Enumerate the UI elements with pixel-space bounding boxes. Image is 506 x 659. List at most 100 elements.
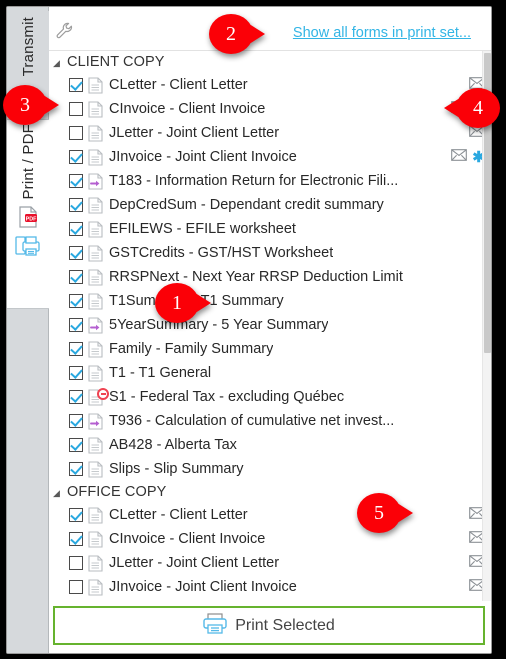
list-scrollbar[interactable] [482,51,491,601]
row-actions: ✱ [451,145,485,169]
document-icon [88,578,103,596]
document-icon [88,196,103,214]
wrench-icon[interactable] [55,21,75,46]
checkbox[interactable] [69,126,83,140]
form-list-item[interactable]: S1 - Federal Tax - excluding Québec [49,385,491,409]
envelope-glyph [451,149,468,161]
document-arrow-icon [88,412,103,430]
callout-marker-4: 4 [444,88,500,128]
checkbox[interactable] [69,294,83,308]
callout-marker-3: 3 [3,85,59,125]
form-list-item[interactable]: Slips - Slip Summary [49,457,491,481]
form-list-item[interactable]: Family - Family Summary [49,337,491,361]
document-icon [88,506,103,524]
form-label: CInvoice - Client Invoice [109,101,266,117]
form-list: ◢ CLIENT COPY CLetter - Client Letter CInvo… [49,51,491,599]
callout-number: 1 [172,291,182,314]
callout-marker-1: 1 [155,283,211,323]
chevron-down-icon[interactable]: ◢ [53,488,67,498]
form-label: T1 - T1 General [109,365,212,381]
checkbox[interactable] [69,390,83,404]
form-list-item[interactable]: AB428 - Alberta Tax [49,433,491,457]
checkbox[interactable] [69,102,83,116]
form-list-item[interactable]: CInvoice - Client Invoice [49,527,491,551]
document-icon [88,244,103,262]
tab-print-pdf-icons: PDF [15,205,41,262]
document-icon [88,220,103,238]
group-header-client-copy[interactable]: ◢ CLIENT COPY [49,51,491,73]
group-header-office-copy[interactable]: ◢ OFFICE COPY [49,481,491,503]
checkbox[interactable] [69,556,83,570]
form-list-item[interactable]: DepCredSum - Dependant credit summary [49,193,491,217]
print-selected-label: Print Selected [235,616,335,634]
form-list-item[interactable]: GSTCredits - GST/HST Worksheet [49,241,491,265]
form-label: CLetter - Client Letter [109,77,248,93]
group-label: CLIENT COPY [67,54,165,70]
form-list-item[interactable]: 5YearSummary - 5 Year Summary [49,313,491,337]
checkbox[interactable] [69,580,83,594]
print-set-content: Show all forms in print set... ◢ CLIENT C… [49,7,491,653]
checkbox[interactable] [69,508,83,522]
document-icon [88,460,103,478]
svg-text:PDF: PDF [26,216,37,222]
checkbox[interactable] [69,366,83,380]
form-list-item[interactable]: RRSPNext - Next Year RRSP Deduction Limi… [49,265,491,289]
form-list-item[interactable]: CLetter - Client Letter [49,503,491,527]
screenshot-root: Transmit Print / PDF PDF Show all forms … [0,0,506,659]
document-arrow-icon [88,316,103,334]
blocked-badge-icon [97,387,109,400]
tab-print-pdf[interactable]: Print / PDF PDF [7,119,49,309]
form-label: JLetter - Joint Client Letter [109,125,280,141]
form-list-item[interactable]: T1 - T1 General [49,361,491,385]
form-label: DepCredSum - Dependant credit summary [109,197,384,213]
form-list-item[interactable]: JInvoice - Joint Client Invoice [49,575,491,599]
checkbox[interactable] [69,150,83,164]
callout-number: 2 [226,22,236,45]
checkbox[interactable] [69,246,83,260]
form-label: CLetter - Client Letter [109,507,248,523]
document-icon [88,124,103,142]
print-selected-button[interactable]: Print Selected [53,606,485,645]
print-footer: Print Selected [49,601,491,653]
document-icon [88,76,103,94]
form-list-item[interactable]: T183 - Information Return for Electronic… [49,169,491,193]
checkbox[interactable] [69,462,83,476]
form-label: GSTCredits - GST/HST Worksheet [109,245,334,261]
pdf-icon: PDF [18,205,38,233]
checkbox[interactable] [69,532,83,546]
checkbox[interactable] [69,198,83,212]
document-icon [88,292,103,310]
form-label: RRSPNext - Next Year RRSP Deduction Limi… [109,269,403,285]
form-list-scroll-area[interactable]: ◢ CLIENT COPY CLetter - Client Letter CInvo… [49,51,491,602]
document-arrow-icon [88,172,103,190]
checkbox[interactable] [69,222,83,236]
checkbox[interactable] [69,318,83,332]
form-list-item[interactable]: JLetter - Joint Client Letter [49,121,491,145]
callout-number: 4 [473,96,483,119]
form-list-item[interactable]: T1Summary - T1 Summary [49,289,491,313]
checkbox[interactable] [69,414,83,428]
checkbox[interactable] [69,174,83,188]
document-blocked-icon [88,387,109,406]
tab-transmit-label: Transmit [19,17,37,77]
checkbox[interactable] [69,342,83,356]
form-list-item[interactable]: EFILEWS - EFILE worksheet [49,217,491,241]
group-label: OFFICE COPY [67,484,167,500]
form-label: JLetter - Joint Client Letter [109,555,280,571]
form-list-item[interactable]: T936 - Calculation of cumulative net inv… [49,409,491,433]
checkbox[interactable] [69,78,83,92]
chevron-down-icon[interactable]: ◢ [53,58,67,68]
document-icon [88,340,103,358]
envelope-icon[interactable] [451,148,468,166]
form-list-item[interactable]: JLetter - Joint Client Letter [49,551,491,575]
form-list-item[interactable]: CInvoice - Client Invoice✱ [49,97,491,121]
form-label: S1 - Federal Tax - excluding Québec [109,389,345,405]
form-list-item[interactable]: CLetter - Client Letter [49,73,491,97]
checkbox[interactable] [69,438,83,452]
show-all-forms-link[interactable]: Show all forms in print set... [293,25,471,41]
checkbox[interactable] [69,270,83,284]
printer-icon [15,235,41,262]
form-list-item[interactable]: JInvoice - Joint Client Invoice ✱ [49,145,491,169]
form-label: JInvoice - Joint Client Invoice [109,579,297,595]
form-label: T936 - Calculation of cumulative net inv… [109,413,395,429]
